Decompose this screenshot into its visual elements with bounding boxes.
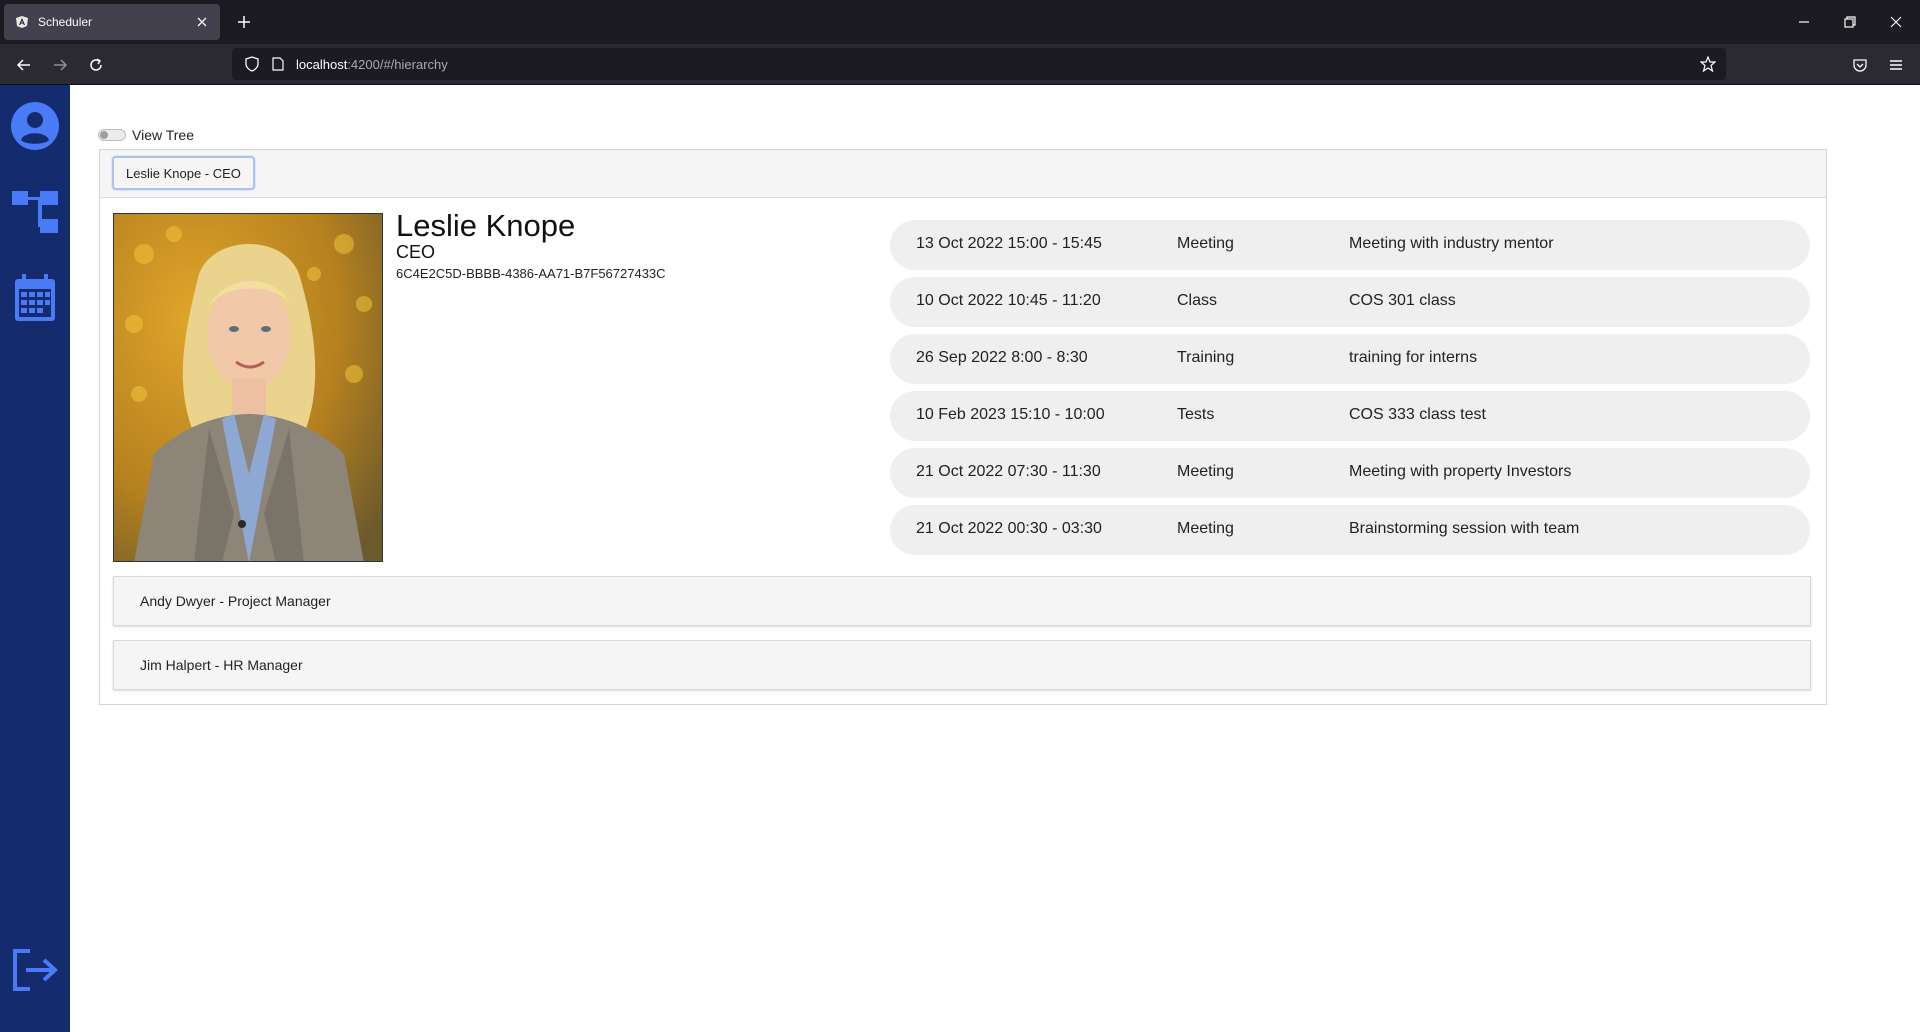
forward-arrow-icon[interactable] (46, 51, 74, 79)
child-node-label: Jim Halpert - HR Manager (140, 657, 303, 673)
event-item[interactable]: 21 Oct 2022 07:30 - 11:30 Meeting Meetin… (890, 448, 1810, 498)
reload-icon[interactable] (82, 51, 110, 79)
event-item[interactable]: 10 Feb 2023 15:10 - 10:00 Tests COS 333 … (890, 391, 1810, 441)
event-datetime: 21 Oct 2022 07:30 - 11:30 (916, 463, 1101, 480)
event-type: Class (1177, 292, 1218, 309)
event-type: Meeting (1177, 463, 1234, 480)
person-id: 6C4E2C5D-BBBB-4386-AA71-B7F56727433C (396, 266, 666, 281)
node-button[interactable]: Leslie Knope - CEO (112, 156, 255, 190)
pocket-icon[interactable] (1846, 51, 1874, 79)
event-description: training for interns (1349, 349, 1478, 366)
minimize-icon[interactable] (1790, 8, 1818, 36)
event-description: COS 333 class test (1349, 406, 1486, 423)
child-node-jim-halpert[interactable]: Jim Halpert - HR Manager (113, 640, 1811, 690)
view-tree-toggle[interactable] (98, 129, 126, 141)
url-text[interactable]: localhost:4200/#/hierarchy (296, 57, 448, 72)
main-content: View Tree Leslie Knope - CEO Leslie Knop… (70, 85, 1920, 1032)
event-type: Meeting (1177, 520, 1234, 537)
event-datetime: 13 Oct 2022 15:00 - 15:45 (916, 235, 1102, 252)
event-item[interactable]: 26 Sep 2022 8:00 - 8:30 Training trainin… (890, 334, 1810, 384)
page-icon (270, 57, 286, 71)
child-node-label: Andy Dwyer - Project Manager (140, 593, 331, 609)
menu-icon[interactable] (1882, 51, 1910, 79)
event-description: COS 301 class (1349, 292, 1456, 309)
bookmark-star-icon[interactable] (1698, 54, 1718, 74)
logout-icon[interactable] (0, 947, 70, 993)
event-item[interactable]: 10 Oct 2022 10:45 - 11:20 Class COS 301 … (890, 277, 1810, 327)
hierarchy-panel: Leslie Knope - CEO Leslie Knope CEO 6C4E… (99, 149, 1827, 705)
view-tree-label: View Tree (132, 127, 194, 143)
view-tree-toggle-row: View Tree (98, 127, 194, 143)
profile-icon[interactable] (0, 101, 70, 151)
tab-title: Scheduler (38, 15, 93, 29)
person-name: Leslie Knope (396, 208, 576, 243)
event-type: Meeting (1177, 235, 1234, 252)
hierarchy-icon[interactable] (0, 189, 70, 235)
events-list: 13 Oct 2022 15:00 - 15:45 Meeting Meetin… (890, 220, 1810, 562)
event-item[interactable]: 13 Oct 2022 15:00 - 15:45 Meeting Meetin… (890, 220, 1810, 270)
close-window-icon[interactable] (1882, 8, 1910, 36)
person-role: CEO (396, 242, 436, 262)
browser-nav-bar: localhost:4200/#/hierarchy (0, 44, 1920, 85)
shield-icon[interactable] (242, 56, 262, 72)
browser-tab-bar: Scheduler (0, 0, 1920, 44)
panel-header: Leslie Knope - CEO (100, 150, 1826, 198)
event-type: Training (1177, 349, 1235, 366)
restore-icon[interactable] (1836, 8, 1864, 36)
app-sidebar (0, 85, 70, 1032)
event-datetime: 10 Oct 2022 10:45 - 11:20 (916, 292, 1101, 309)
address-bar[interactable]: localhost:4200/#/hierarchy (232, 48, 1726, 80)
close-tab-icon[interactable] (192, 12, 212, 32)
child-node-andy-dwyer[interactable]: Andy Dwyer - Project Manager (113, 576, 1811, 626)
url-host: localhost (296, 56, 348, 72)
calendar-icon[interactable] (0, 273, 70, 323)
event-description: Meeting with property Investors (1349, 463, 1572, 480)
url-path: :4200/#/hierarchy (347, 56, 448, 72)
event-item[interactable]: 21 Oct 2022 00:30 - 03:30 Meeting Brains… (890, 505, 1810, 555)
new-tab-icon[interactable] (232, 10, 256, 34)
event-datetime: 10 Feb 2023 15:10 - 10:00 (916, 406, 1105, 423)
angular-icon (14, 14, 30, 30)
profile-photo (113, 213, 383, 562)
event-datetime: 21 Oct 2022 00:30 - 03:30 (916, 520, 1102, 537)
toggle-knob (100, 131, 108, 139)
back-arrow-icon[interactable] (10, 51, 38, 79)
event-description: Brainstorming session with team (1349, 520, 1580, 537)
event-description: Meeting with industry mentor (1349, 235, 1554, 252)
event-datetime: 26 Sep 2022 8:00 - 8:30 (916, 349, 1088, 366)
browser-tab[interactable]: Scheduler (4, 4, 220, 40)
event-type: Tests (1177, 406, 1215, 423)
